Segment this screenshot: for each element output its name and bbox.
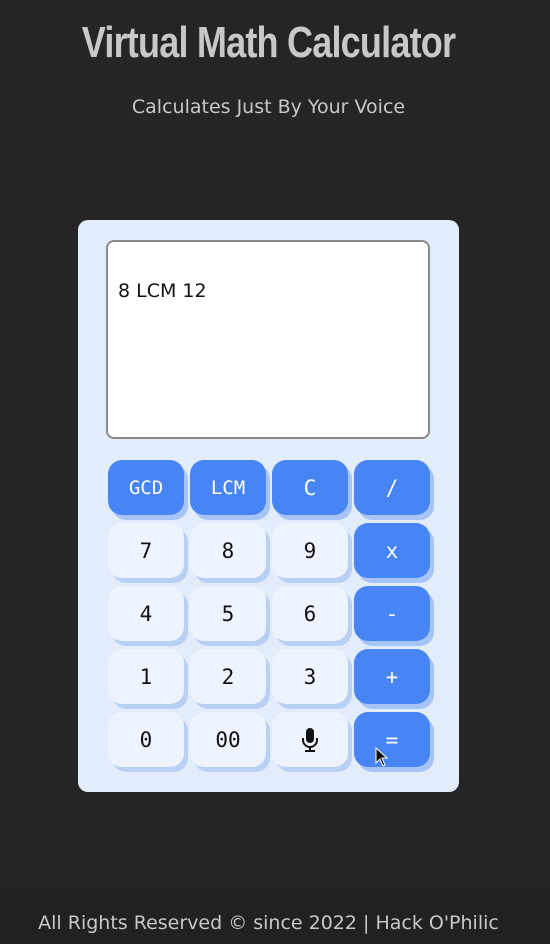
page: Virtual Math Calculator Calculates Just … (0, 0, 550, 944)
microphone-button[interactable] (272, 712, 348, 767)
key-4-button[interactable]: 4 (108, 586, 184, 641)
page-title: Virtual Math Calculator (81, 18, 456, 67)
gcd-button[interactable]: GCD (108, 460, 184, 515)
key-0-button[interactable]: 0 (108, 712, 184, 767)
key-2-button[interactable]: 2 (190, 649, 266, 704)
microphone-icon (301, 727, 319, 753)
footer: All Rights Reserved © since 2022 | Hack … (0, 888, 550, 944)
key-5-button[interactable]: 5 (190, 586, 266, 641)
minus-button[interactable]: - (354, 586, 430, 641)
calculator-panel: 8 LCM 12 GCD LCM C / 7 8 9 x 4 5 6 - 1 2… (78, 220, 459, 792)
key-3-button[interactable]: 3 (272, 649, 348, 704)
divide-button[interactable]: / (354, 460, 430, 515)
key-6-button[interactable]: 6 (272, 586, 348, 641)
multiply-button[interactable]: x (354, 523, 430, 578)
mouse-pointer-icon (375, 746, 389, 771)
key-00-button[interactable]: 00 (190, 712, 266, 767)
page-subtitle: Calculates Just By Your Voice (131, 96, 406, 118)
calculator-display[interactable]: 8 LCM 12 (106, 240, 430, 439)
equals-button[interactable]: = (354, 712, 430, 767)
key-9-button[interactable]: 9 (272, 523, 348, 578)
footer-copyright: All Rights Reserved © since 2022 | Hack … (38, 912, 499, 934)
key-7-button[interactable]: 7 (108, 523, 184, 578)
plus-button[interactable]: + (354, 649, 430, 704)
key-8-button[interactable]: 8 (190, 523, 266, 578)
clear-button[interactable]: C (272, 460, 348, 515)
key-1-button[interactable]: 1 (108, 649, 184, 704)
lcm-button[interactable]: LCM (190, 460, 266, 515)
